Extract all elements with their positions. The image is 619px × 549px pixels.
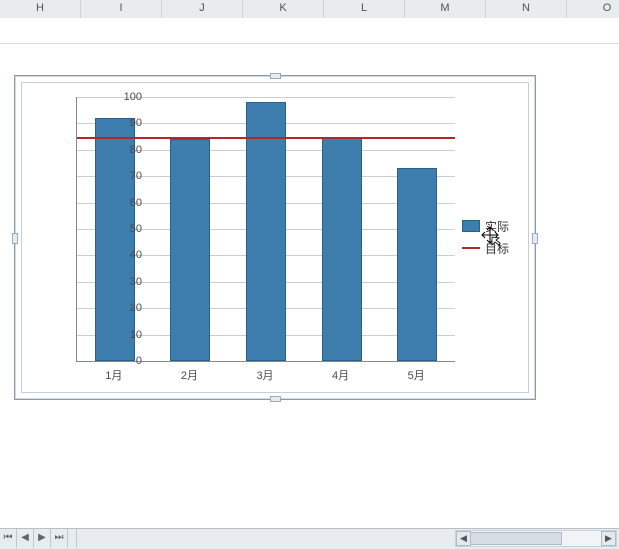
x-axis-tick-label: 1月 xyxy=(84,367,144,383)
bar-actual[interactable] xyxy=(246,102,286,361)
legend-label: 目标 xyxy=(485,240,509,257)
chart-object[interactable]: 实际 目标 0 10 20 30 40 50 60 70 80 90 100 1月 2月 3月 4月 5月 xyxy=(14,75,536,400)
y-axis-tick-label: 50 xyxy=(116,223,142,235)
sheet-tab-bar: ⏮ ◀ ▶ ⏭ ◀ ▶ xyxy=(0,528,619,549)
column-header[interactable]: K xyxy=(243,0,324,18)
worksheet-grid[interactable] xyxy=(0,18,619,44)
x-axis-tick-label: 5月 xyxy=(386,367,446,383)
y-axis-tick-label: 90 xyxy=(116,117,142,129)
legend-item-target[interactable]: 目标 xyxy=(462,237,518,259)
scroll-thumb[interactable] xyxy=(470,532,562,545)
tab-spacer xyxy=(68,529,77,548)
chart-legend[interactable]: 实际 目标 xyxy=(462,215,518,259)
y-axis-tick-label: 40 xyxy=(116,249,142,261)
column-header-row: H I J K L M N O xyxy=(0,0,619,19)
y-axis-tick-label: 30 xyxy=(116,276,142,288)
y-axis-tick-label: 100 xyxy=(116,91,142,103)
scroll-left-arrow[interactable]: ◀ xyxy=(456,531,471,546)
column-header[interactable]: N xyxy=(486,0,567,18)
tab-nav-prev[interactable]: ◀ xyxy=(17,529,34,548)
bar-actual[interactable] xyxy=(397,168,437,361)
bar-actual[interactable] xyxy=(170,139,210,361)
y-axis-tick-label: 20 xyxy=(116,302,142,314)
y-axis-tick-label: 80 xyxy=(116,144,142,156)
y-axis-tick-label: 70 xyxy=(116,170,142,182)
legend-swatch-bar xyxy=(462,220,480,232)
tab-nav-first[interactable]: ⏮ xyxy=(0,529,17,548)
column-header[interactable]: O xyxy=(567,0,619,18)
column-header[interactable]: I xyxy=(81,0,162,18)
resize-handle-top[interactable] xyxy=(270,73,281,79)
resize-handle-left[interactable] xyxy=(12,233,18,244)
tab-nav-last[interactable]: ⏭ xyxy=(51,529,68,548)
x-axis-tick-label: 4月 xyxy=(311,367,371,383)
resize-handle-bottom[interactable] xyxy=(270,396,281,402)
x-axis-tick-label: 2月 xyxy=(159,367,219,383)
legend-item-actual[interactable]: 实际 xyxy=(462,215,518,237)
y-axis-tick-label: 60 xyxy=(116,197,142,209)
bar-actual[interactable] xyxy=(322,137,362,361)
column-header[interactable]: J xyxy=(162,0,243,18)
column-header[interactable]: M xyxy=(405,0,486,18)
legend-swatch-line xyxy=(462,247,480,249)
x-axis-tick-label: 3月 xyxy=(235,367,295,383)
target-line[interactable] xyxy=(77,137,455,139)
column-header[interactable]: H xyxy=(0,0,81,18)
scroll-right-arrow[interactable]: ▶ xyxy=(601,531,616,546)
column-header[interactable]: L xyxy=(324,0,405,18)
tab-nav-next[interactable]: ▶ xyxy=(34,529,51,548)
chart-surface[interactable]: 实际 目标 0 10 20 30 40 50 60 70 80 90 100 1月 2月 3月 4月 5月 xyxy=(21,82,529,393)
horizontal-scrollbar[interactable]: ◀ ▶ xyxy=(455,530,617,547)
resize-handle-right[interactable] xyxy=(532,233,538,244)
y-axis-tick-label: 10 xyxy=(116,329,142,341)
y-axis-tick-label: 0 xyxy=(116,355,142,367)
legend-label: 实际 xyxy=(485,218,509,235)
